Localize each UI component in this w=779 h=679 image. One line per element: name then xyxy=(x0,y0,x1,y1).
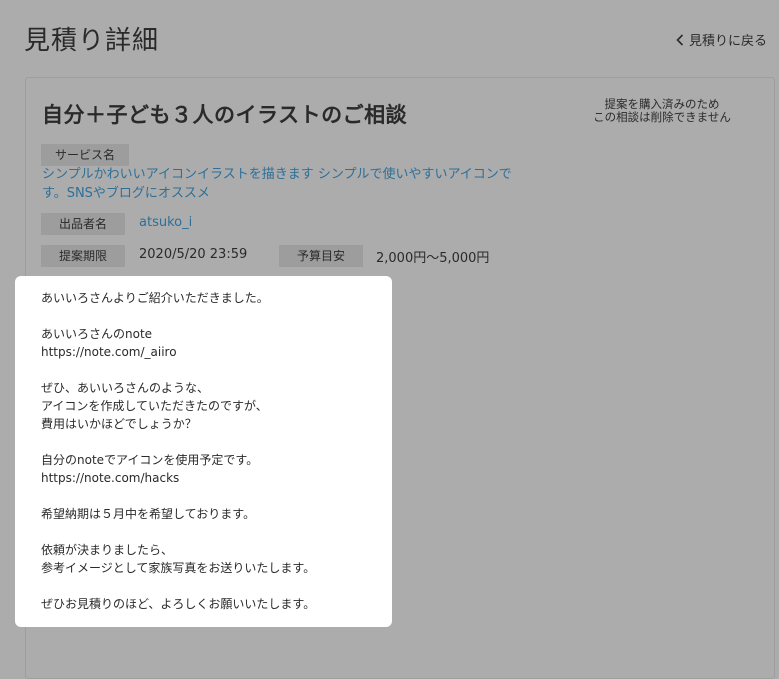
message-line: ぜひお見積りのほど、よろしくお願いいたします。 xyxy=(41,597,316,611)
message-line: 費用はいかほどでしょうか？ xyxy=(41,417,197,431)
message-line xyxy=(41,487,376,505)
deadline-label: 提案期限 xyxy=(41,245,125,267)
cannot-delete-notice: 提案を購入済みのため この相談は削除できません xyxy=(572,98,752,124)
notice-line-2: この相談は削除できません xyxy=(593,110,731,124)
back-to-estimates-link[interactable]: 見積りに戻る xyxy=(676,30,767,49)
message-line: あいいろさんのnote xyxy=(41,327,153,341)
message-line: ぜひ、あいいろさんのような、 xyxy=(41,381,210,395)
message-line xyxy=(41,433,376,451)
request-title: 自分＋子ども３人のイラストのご相談 xyxy=(42,103,408,127)
message-line xyxy=(41,307,376,325)
budget-value: 2,000円〜5,000円 xyxy=(376,251,490,266)
chevron-left-icon xyxy=(676,33,684,46)
message-line: https://note.com/hacks xyxy=(41,471,180,485)
message-line: あいいろさんよりご紹介いただきました。 xyxy=(41,291,269,305)
message-line: 希望納期は５月中を希望しております。 xyxy=(41,507,256,521)
request-message-card: あいいろさんよりご紹介いただきました。 あいいろさんのnote https://… xyxy=(15,276,392,627)
message-line xyxy=(41,361,376,379)
back-link-label: 見積りに戻る xyxy=(688,34,767,49)
page-title: 見積り詳細 xyxy=(24,26,160,56)
message-line xyxy=(41,577,376,595)
deadline-value: 2020/5/20 23:59 xyxy=(139,247,248,262)
page-header: 見積り詳細 見積りに戻る xyxy=(0,0,779,70)
seller-name-link[interactable]: atsuko_i xyxy=(139,215,192,230)
message-line: 自分のnoteでアイコンを使用予定です。 xyxy=(41,453,259,467)
message-line xyxy=(41,523,376,541)
budget-label: 予算目安 xyxy=(279,245,363,267)
seller-name-label: 出品者名 xyxy=(41,213,125,235)
message-line: 参考イメージとして家族写真をお送りいたします。 xyxy=(41,561,316,575)
message-line: https://note.com/_aiiro xyxy=(41,345,177,359)
service-name-label: サービス名 xyxy=(41,144,129,166)
message-line: アイコンを作成していただきたのですが、 xyxy=(41,399,268,413)
service-name-link[interactable]: シンプルかわいいアイコンイラストを描きます シンプルで使いやすいアイコンです。S… xyxy=(42,165,512,203)
message-line: 依頼が決まりましたら、 xyxy=(41,543,174,557)
